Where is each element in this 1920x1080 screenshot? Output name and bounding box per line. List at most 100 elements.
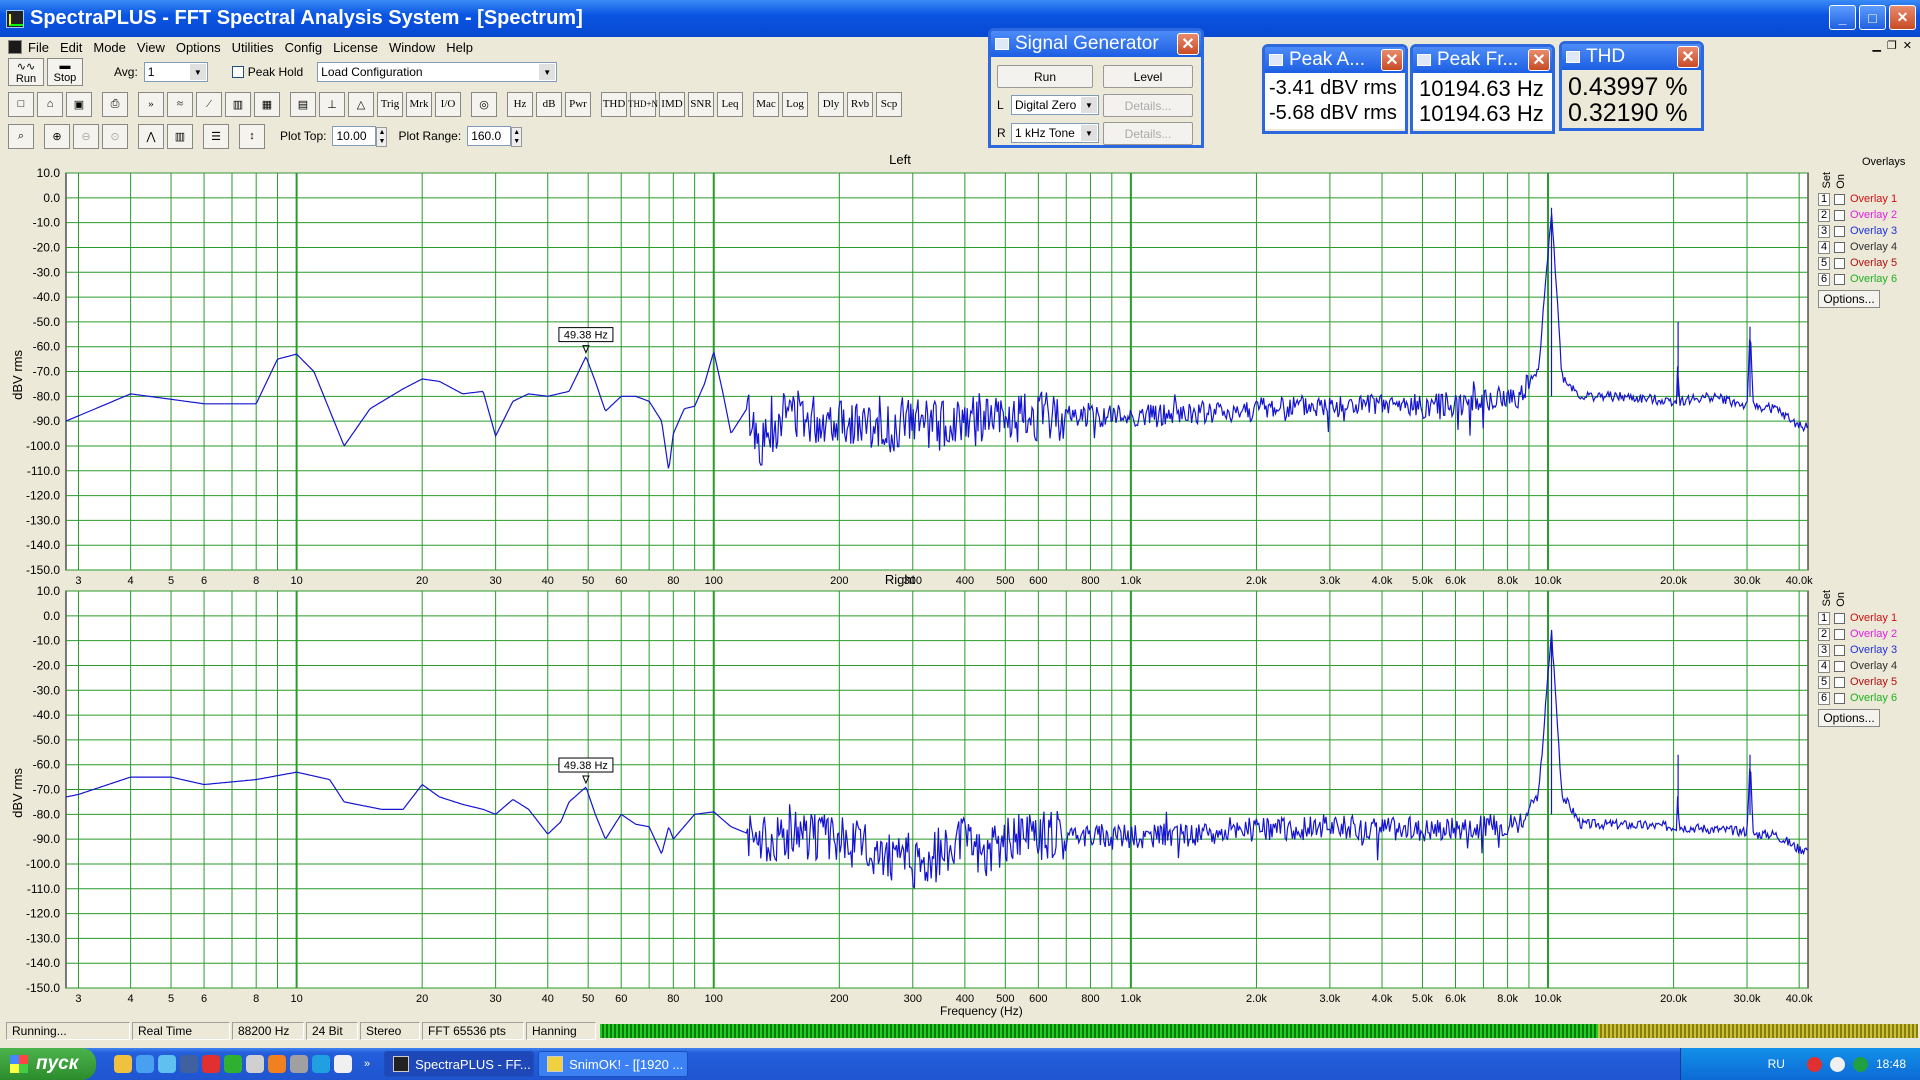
x-tick-label: 8 [253, 993, 259, 1005]
x-tick-label: 800 [1081, 575, 1099, 587]
close-icon[interactable]: ✕ [1381, 49, 1403, 71]
overlay-set-button[interactable]: 3 [1818, 224, 1830, 238]
right-signal-select[interactable]: 1 kHz Tone ▼ [1011, 123, 1099, 143]
x-tick-label: 60 [615, 993, 627, 1005]
overlay-checkbox[interactable] [1834, 692, 1845, 704]
overlay-row: 5 Overlay 5 [1818, 255, 1897, 271]
right-details-button[interactable]: Details... [1103, 122, 1193, 145]
spectrum-plots[interactable]: 10.00.0-10.0-20.0-30.0-40.0-50.0-60.0-70… [0, 0, 1920, 1021]
generator-run-button[interactable]: Run [997, 65, 1093, 88]
x-tick-label: 40.0k [1786, 993, 1813, 1005]
signal-generator-titlebar[interactable]: Signal Generator ✕ [991, 31, 1201, 57]
quicklaunch-icon[interactable] [290, 1055, 308, 1073]
overlay-options-button[interactable]: Options... [1818, 709, 1880, 727]
y-tick-label: -30.0 [33, 265, 61, 279]
window-icon [995, 38, 1009, 50]
status-state: Running... [6, 1022, 130, 1040]
overlay-legend-right: 1 Overlay 1 2 Overlay 2 3 Overlay 3 4 Overlay 4… [1818, 610, 1897, 727]
x-tick-label: 40 [542, 993, 554, 1005]
tray-icon[interactable] [1829, 1056, 1845, 1072]
x-tick-label: 10.0k [1535, 575, 1562, 587]
right-channel-label: R [997, 126, 1006, 140]
language-indicator[interactable]: RU [1768, 1057, 1785, 1071]
overlay-set-button[interactable]: 5 [1818, 256, 1830, 270]
quicklaunch-icon[interactable] [224, 1055, 242, 1073]
status-window: Hanning [526, 1022, 596, 1040]
overlay-label: Overlay 1 [1850, 193, 1898, 205]
overlay-set-button[interactable]: 6 [1818, 272, 1830, 286]
close-icon[interactable]: ✕ [1677, 46, 1699, 68]
overlay-checkbox[interactable] [1834, 612, 1845, 624]
x-tick-label: 30.0k [1734, 993, 1761, 1005]
quicklaunch-icon[interactable] [114, 1055, 132, 1073]
overlay-checkbox[interactable] [1834, 644, 1845, 656]
marker-label: 49.38 Hz [564, 760, 608, 772]
quicklaunch-icon[interactable] [246, 1055, 264, 1073]
left-signal-select[interactable]: Digital Zero ▼ [1011, 95, 1099, 115]
overlay-label: Overlay 6 [1850, 692, 1898, 704]
overlay-label: Overlay 3 [1850, 644, 1898, 656]
x-tick-label: 5.0k [1412, 993, 1433, 1005]
quicklaunch-icon[interactable] [158, 1055, 176, 1073]
overlay-set-button[interactable]: 4 [1818, 240, 1830, 254]
quicklaunch-icon[interactable] [268, 1055, 286, 1073]
y-tick-label: -70.0 [33, 783, 61, 797]
overlay-checkbox[interactable] [1834, 660, 1845, 672]
overlay-set-button[interactable]: 4 [1818, 659, 1830, 673]
tray-icon[interactable] [1806, 1056, 1822, 1072]
peak-frequency-titlebar[interactable]: Peak Fr... ✕ [1413, 47, 1552, 73]
x-tick-label: 8 [253, 575, 259, 587]
overlay-set-button[interactable]: 2 [1818, 208, 1830, 222]
on-label: On [1835, 174, 1847, 189]
overlay-checkbox[interactable] [1834, 273, 1845, 285]
overlay-label: Overlay 4 [1850, 660, 1898, 672]
overlay-checkbox[interactable] [1834, 241, 1845, 253]
overlay-set-button[interactable]: 1 [1818, 192, 1830, 206]
close-icon[interactable]: ✕ [1528, 49, 1550, 71]
x-tick-label: 20 [416, 993, 428, 1005]
clock: 18:48 [1875, 1057, 1906, 1071]
generator-level-button[interactable]: Level [1103, 65, 1193, 88]
overlay-checkbox[interactable] [1834, 257, 1845, 269]
quicklaunch-icon[interactable] [136, 1055, 154, 1073]
overlay-row: 6 Overlay 6 [1818, 690, 1897, 706]
overlay-set-button[interactable]: 6 [1818, 691, 1830, 705]
close-icon[interactable]: ✕ [1177, 33, 1199, 55]
y-tick-label: -120.0 [26, 489, 60, 503]
overlay-checkbox[interactable] [1834, 193, 1845, 205]
overlay-set-button[interactable]: 1 [1818, 611, 1830, 625]
overlay-row: 4 Overlay 4 [1818, 239, 1897, 255]
quicklaunch-icon[interactable] [312, 1055, 330, 1073]
x-tick-label: 200 [830, 575, 848, 587]
quicklaunch-icon[interactable] [180, 1055, 198, 1073]
x-tick-label: 3.0k [1320, 575, 1341, 587]
y-tick-label: -90.0 [33, 414, 61, 428]
window-icon [1269, 54, 1283, 66]
x-tick-label: 10 [290, 993, 302, 1005]
overlay-checkbox[interactable] [1834, 676, 1845, 688]
start-button[interactable]: пуск [0, 1048, 96, 1080]
x-tick-label: 6.0k [1445, 575, 1466, 587]
overlay-checkbox[interactable] [1834, 628, 1845, 640]
overlay-checkbox[interactable] [1834, 225, 1845, 237]
y-tick-label: -110.0 [27, 464, 60, 478]
overlay-checkbox[interactable] [1834, 209, 1845, 221]
quicklaunch-icon[interactable] [202, 1055, 220, 1073]
thd-titlebar[interactable]: THD ✕ [1562, 44, 1701, 70]
x-tick-label: 8.0k [1497, 993, 1518, 1005]
peak-amplitude-panel: Peak A... ✕ -3.41 dBV rms -5.68 dBV rms [1262, 44, 1408, 134]
tray-icon[interactable] [1852, 1056, 1868, 1072]
overlay-set-button[interactable]: 2 [1818, 627, 1830, 641]
x-tick-label: 40.0k [1786, 575, 1813, 587]
chevron-right-icon[interactable]: » [364, 1058, 370, 1070]
y-tick-label: -100.0 [26, 439, 60, 453]
task-spectraplus[interactable]: SpectraPLUS - FF... [384, 1051, 535, 1077]
overlay-options-button[interactable]: Options... [1818, 290, 1880, 308]
x-tick-label: 400 [956, 575, 974, 587]
overlay-set-button[interactable]: 3 [1818, 643, 1830, 657]
quicklaunch-icon[interactable] [334, 1055, 352, 1073]
overlay-set-button[interactable]: 5 [1818, 675, 1830, 689]
task-snimok[interactable]: SnimOK! - [[1920 ... [538, 1051, 689, 1077]
peak-amplitude-titlebar[interactable]: Peak A... ✕ [1265, 47, 1405, 73]
left-details-button[interactable]: Details... [1103, 94, 1193, 117]
